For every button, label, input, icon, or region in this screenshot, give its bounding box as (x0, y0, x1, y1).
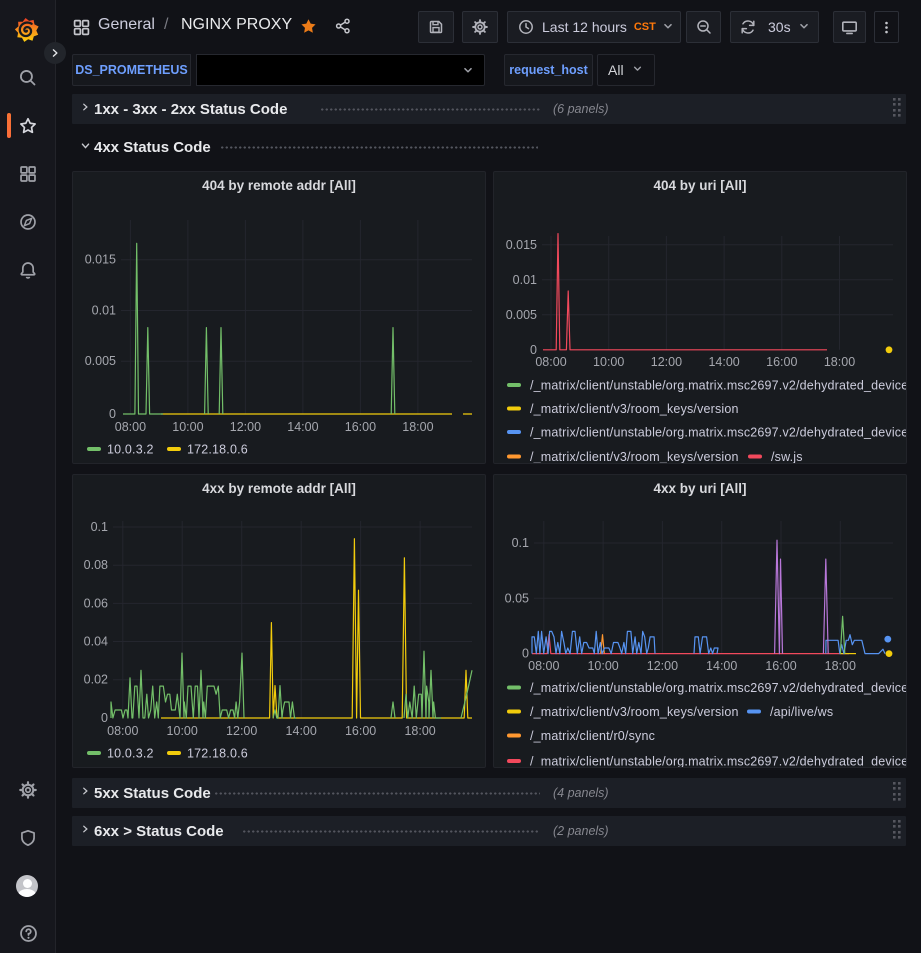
svg-text:0.05: 0.05 (505, 591, 529, 605)
svg-text:08:00: 08:00 (107, 724, 138, 738)
svg-text:/_matrix/client/unstable/org.m: /_matrix/client/unstable/org.matrix.msc2… (530, 426, 907, 440)
svg-text:18:00: 18:00 (404, 724, 435, 738)
svg-text:0.08: 0.08 (84, 558, 108, 572)
svg-text:14:00: 14:00 (706, 659, 737, 673)
svg-text:0.015: 0.015 (506, 238, 537, 252)
svg-text:/_matrix/client/v3/room_keys/v: /_matrix/client/v3/room_keys/version (530, 402, 739, 416)
svg-text:10.0.3.2: 10.0.3.2 (107, 747, 154, 761)
svg-text:0: 0 (109, 407, 116, 421)
svg-text:/_matrix/client/v3/room_keys/v: /_matrix/client/v3/room_keys/version (530, 450, 739, 464)
svg-text:14:00: 14:00 (287, 420, 318, 434)
svg-text:10:00: 10:00 (167, 724, 198, 738)
svg-text:/_matrix/client/unstable/org.m: /_matrix/client/unstable/org.matrix.msc2… (530, 755, 907, 769)
svg-text:0.1: 0.1 (91, 520, 108, 534)
svg-text:14:00: 14:00 (708, 355, 739, 369)
svg-text:10:00: 10:00 (593, 355, 624, 369)
svg-text:18:00: 18:00 (824, 355, 855, 369)
svg-text:0.015: 0.015 (85, 253, 116, 267)
svg-text:0.1: 0.1 (512, 536, 529, 550)
svg-text:0.06: 0.06 (84, 596, 108, 610)
svg-text:172.18.0.6: 172.18.0.6 (187, 443, 248, 457)
svg-text:/_matrix/client/v3/room_keys/v: /_matrix/client/v3/room_keys/version (530, 705, 739, 719)
svg-text:0: 0 (101, 711, 108, 725)
svg-text:/_matrix/client/unstable/org.m: /_matrix/client/unstable/org.matrix.msc2… (530, 379, 907, 393)
svg-text:12:00: 12:00 (651, 355, 682, 369)
svg-text:16:00: 16:00 (345, 724, 376, 738)
svg-text:16:00: 16:00 (766, 355, 797, 369)
svg-text:0.02: 0.02 (84, 673, 108, 687)
svg-text:14:00: 14:00 (286, 724, 317, 738)
svg-text:/_matrix/client/unstable/org.m: /_matrix/client/unstable/org.matrix.msc2… (530, 681, 907, 695)
svg-text:12:00: 12:00 (226, 724, 257, 738)
svg-text:18:00: 18:00 (402, 420, 433, 434)
svg-text:16:00: 16:00 (345, 420, 376, 434)
svg-text:/api/live/ws: /api/live/ws (770, 705, 833, 719)
svg-text:10:00: 10:00 (587, 659, 618, 673)
svg-text:16:00: 16:00 (765, 659, 796, 673)
svg-text:0.04: 0.04 (84, 635, 108, 649)
svg-text:08:00: 08:00 (535, 355, 566, 369)
svg-text:0.005: 0.005 (506, 308, 537, 322)
svg-text:12:00: 12:00 (230, 420, 261, 434)
svg-text:10.0.3.2: 10.0.3.2 (107, 443, 154, 457)
svg-text:10:00: 10:00 (172, 420, 203, 434)
svg-text:08:00: 08:00 (115, 420, 146, 434)
svg-text:0.01: 0.01 (92, 304, 116, 318)
svg-text:172.18.0.6: 172.18.0.6 (187, 747, 248, 761)
svg-text:/sw.js: /sw.js (771, 450, 803, 464)
svg-text:12:00: 12:00 (647, 659, 678, 673)
svg-text:08:00: 08:00 (528, 659, 559, 673)
svg-text:0.005: 0.005 (85, 354, 116, 368)
svg-text:/_matrix/client/r0/sync: /_matrix/client/r0/sync (530, 729, 655, 743)
svg-text:0.01: 0.01 (513, 273, 537, 287)
svg-text:18:00: 18:00 (825, 659, 856, 673)
